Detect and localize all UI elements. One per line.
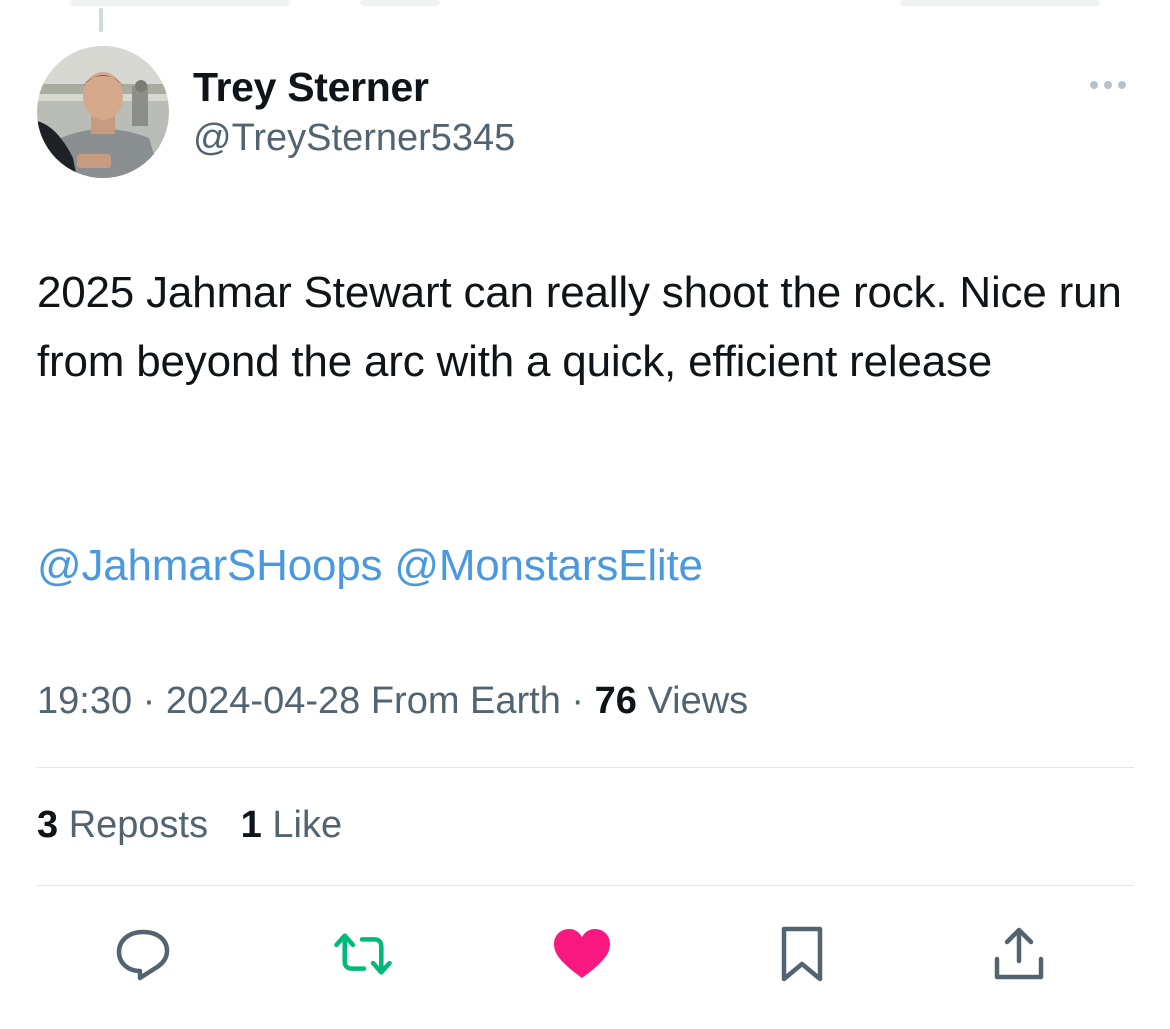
likes-count: 1 — [240, 804, 262, 846]
avatar-image — [37, 46, 169, 178]
reply-icon — [116, 929, 170, 981]
author-display-name[interactable]: Trey Sterner — [193, 64, 429, 111]
previous-tweet-edge-3 — [900, 0, 1100, 6]
engagement-stats: 3 Reposts 1 Like — [37, 804, 364, 847]
previous-tweet-edge — [70, 0, 290, 6]
repost-button[interactable] — [331, 926, 395, 982]
reposts-count: 3 — [37, 804, 59, 846]
reply-button[interactable] — [111, 926, 175, 982]
share-button[interactable] — [987, 926, 1051, 982]
likes-stat[interactable]: 1 Like — [241, 804, 342, 846]
more-options-button[interactable] — [1082, 70, 1134, 100]
reposts-label: Reposts — [68, 804, 209, 846]
heart-icon — [554, 929, 610, 978]
reposts-stat[interactable]: 3 Reposts — [37, 804, 208, 846]
more-icon-dot — [1118, 81, 1126, 89]
author-handle[interactable]: @TreySterner5345 — [193, 117, 515, 160]
tweet-mentions: @JahmarSHoops @MonstarsElite — [37, 536, 703, 596]
bookmark-button[interactable] — [770, 926, 834, 982]
tweet-meta: 19:30 · 2024-04-28 From Earth · 76 Views — [37, 680, 748, 723]
mention-link[interactable]: @JahmarSHoops — [37, 541, 383, 590]
likes-label: Like — [272, 804, 343, 846]
more-icon-dot — [1090, 81, 1098, 89]
views-label: Views — [647, 680, 749, 722]
tweet-source: From Earth — [370, 680, 561, 722]
thread-connector-line — [99, 8, 103, 32]
retweet-icon — [334, 933, 392, 975]
avatar[interactable] — [37, 46, 169, 178]
views-count: 76 — [594, 680, 637, 722]
tweet-time[interactable]: 19:30 — [37, 680, 132, 722]
tweet-date[interactable]: 2024-04-28 — [166, 680, 360, 722]
like-button[interactable] — [550, 926, 614, 982]
meta-separator: · — [560, 680, 595, 722]
tweet-text: 2025 Jahmar Stewart can really shoot the… — [37, 268, 1122, 386]
share-icon — [994, 927, 1044, 980]
more-icon-dot — [1104, 81, 1112, 89]
divider — [37, 885, 1134, 886]
divider — [37, 767, 1134, 768]
meta-separator: · — [132, 680, 166, 722]
mention-link[interactable]: @MonstarsElite — [394, 541, 703, 590]
previous-tweet-edge-2 — [360, 0, 440, 6]
bookmark-icon — [781, 926, 823, 982]
